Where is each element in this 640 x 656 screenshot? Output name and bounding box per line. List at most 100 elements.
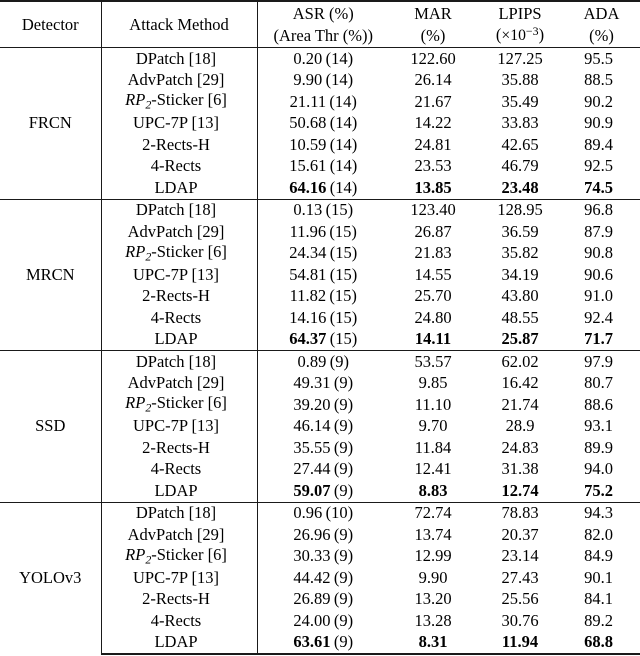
- mar-value: 9.70: [418, 416, 448, 435]
- lpips-value: 21.74: [501, 394, 539, 414]
- lpips-cell: 36.59: [477, 221, 563, 243]
- asr-value: 59.07: [293, 480, 331, 500]
- mar-value: 12.41: [414, 459, 452, 478]
- lpips-cell: 16.42: [477, 373, 563, 395]
- mar-value: 14.11: [414, 329, 452, 348]
- detector-label: SSD: [35, 416, 66, 435]
- lpips-cell: 34.19: [477, 264, 563, 286]
- ada-value: 92.4: [584, 307, 613, 327]
- lpips-value: 24.83: [501, 437, 539, 457]
- ada-value: 90.6: [584, 264, 613, 284]
- lpips-cell: 11.94: [477, 631, 563, 655]
- asr-value: 11.82: [289, 286, 327, 305]
- mar-cell: 122.60: [389, 47, 477, 70]
- ada-cell: 90.9: [563, 113, 640, 135]
- asr-area-threshold: (14): [322, 48, 354, 68]
- asr-area-threshold: (14): [326, 113, 358, 132]
- asr-area-threshold: (15): [326, 221, 357, 241]
- method-label-text: 2-Rects-H: [142, 134, 210, 154]
- mar-value: 14.22: [414, 113, 452, 132]
- asr-cell: 11.96 (15): [257, 221, 389, 243]
- ada-value: 90.1: [584, 567, 613, 587]
- attack-method-cell: AdvPatch [29]: [101, 69, 258, 91]
- lpips-value: 35.82: [501, 243, 539, 262]
- asr-value: 15.61: [289, 156, 327, 175]
- mar-cell: 25.70: [389, 286, 477, 308]
- asr-area-threshold: (15): [326, 286, 357, 305]
- asr-cell: 54.81 (15): [257, 264, 389, 286]
- asr-area-threshold: (9): [330, 589, 354, 608]
- attack-method-cell: LDAP: [101, 328, 258, 351]
- asr-cell: 50.68 (14): [257, 113, 389, 135]
- lpips-value: 30.76: [501, 610, 539, 630]
- method-label-text: LDAP: [154, 632, 198, 651]
- mar-cell: 9.90: [389, 567, 477, 589]
- attack-method-cell: RP2-Sticker [6]: [101, 394, 258, 416]
- mar-value: 122.60: [410, 48, 456, 68]
- ada-cell: 84.1: [563, 589, 640, 611]
- asr-value: 39.20: [293, 394, 331, 414]
- lpips-value: 42.65: [501, 134, 539, 154]
- mar-value: 53.57: [414, 351, 452, 371]
- mar-value: 9.85: [418, 373, 448, 392]
- mar-cell: 53.57: [389, 350, 477, 373]
- lpips-value: 62.02: [501, 351, 539, 371]
- lpips-cell: 33.83: [477, 113, 563, 135]
- asr-value: 0.96: [293, 503, 323, 522]
- asr-cell: 0.89 (9): [257, 350, 389, 373]
- ada-value: 74.5: [584, 177, 613, 197]
- mar-value: 11.10: [414, 394, 452, 414]
- mar-cell: 8.83: [389, 480, 477, 502]
- asr-value: 44.42: [293, 567, 331, 587]
- column-header-detector: Detector: [0, 0, 102, 48]
- ada-value: 89.9: [584, 437, 613, 457]
- mar-cell: 21.83: [389, 243, 477, 265]
- ada-value: 89.2: [584, 610, 613, 630]
- mar-value: 13.28: [414, 610, 452, 630]
- asr-cell: 64.37 (15): [257, 329, 389, 351]
- method-label-text: 4-Rects: [150, 459, 202, 478]
- attack-method-cell: RP2-Sticker [6]: [101, 544, 258, 567]
- lpips-cell: 21.74: [477, 394, 563, 416]
- lpips-value: 35.49: [501, 91, 539, 111]
- lpips-value: 78.83: [501, 503, 539, 522]
- mar-cell: 9.70: [389, 416, 477, 438]
- mar-cell: 72.74: [389, 501, 477, 524]
- ada-value: 90.2: [584, 91, 613, 111]
- lpips-value: 25.56: [501, 589, 539, 608]
- lpips-cell: 12.74: [477, 480, 563, 502]
- attack-method-cell: DPatch [18]: [101, 501, 258, 524]
- asr-area-threshold: (9): [330, 567, 354, 587]
- column-header-ada: ADA (%): [563, 0, 640, 48]
- ada-value: 84.1: [584, 589, 613, 608]
- ada-value: 90.9: [584, 113, 613, 132]
- asr-value: 11.96: [289, 221, 327, 241]
- column-header-asr: ASR (%) (Area Thr (%)): [257, 0, 389, 48]
- asr-value: 27.44: [293, 459, 331, 478]
- detector-cell: SSD: [0, 350, 102, 502]
- method-label-rp2-suffix: -Sticker [6]: [151, 544, 227, 564]
- method-label-rp2-base: RP: [125, 90, 146, 110]
- asr-cell: 49.31 (9): [257, 373, 389, 395]
- asr-cell: 35.55 (9): [257, 437, 389, 459]
- ada-value: 75.2: [584, 480, 613, 500]
- attack-method-cell: 4-Rects: [101, 307, 258, 329]
- asr-cell: 46.14 (9): [257, 416, 389, 438]
- mar-value: 23.53: [414, 156, 452, 175]
- asr-area-threshold: (15): [326, 329, 358, 348]
- asr-area-threshold: (9): [326, 351, 349, 371]
- ada-value: 80.7: [584, 373, 613, 392]
- column-header-lpips-line2: (×10−3): [479, 24, 561, 46]
- column-header-ada-line1: ADA: [583, 4, 620, 24]
- asr-cell: 26.96 (9): [257, 524, 389, 546]
- mar-cell: 11.84: [389, 437, 477, 459]
- asr-area-threshold: (9): [330, 610, 354, 630]
- asr-area-threshold: (9): [330, 546, 354, 565]
- lpips-value: 23.48: [501, 177, 539, 197]
- mar-cell: 12.99: [389, 546, 477, 568]
- lpips-cell: 42.65: [477, 134, 563, 156]
- asr-value: 50.68: [289, 113, 327, 132]
- asr-cell: 26.89 (9): [257, 589, 389, 611]
- method-label-text: 2-Rects-H: [142, 286, 210, 305]
- asr-area-threshold: (9): [330, 373, 354, 392]
